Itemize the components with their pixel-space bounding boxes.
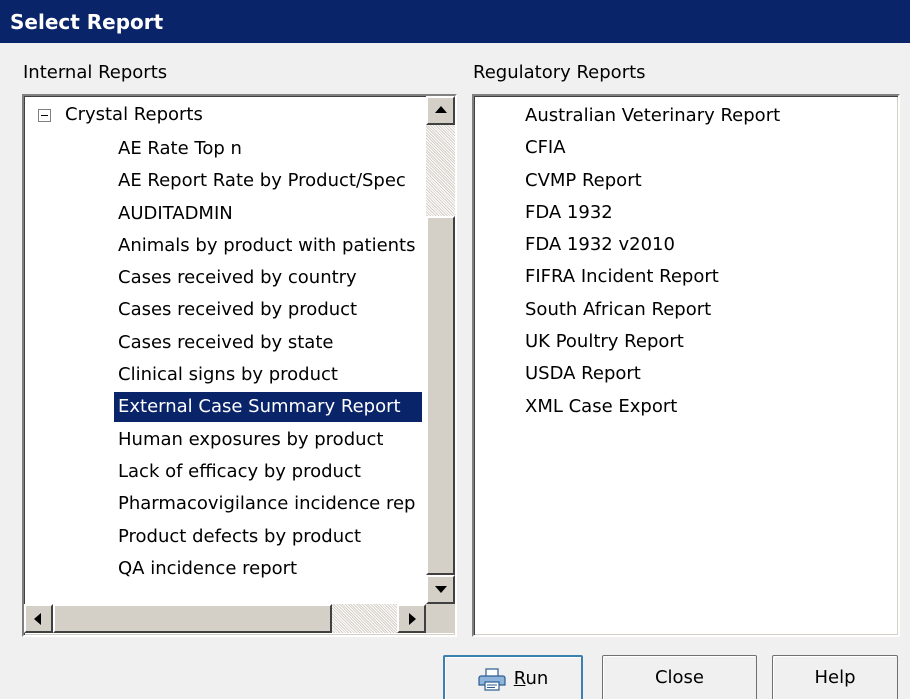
list-item[interactable]: USDA Report <box>474 359 898 391</box>
title-bar: Select Report <box>0 0 910 43</box>
tree-item[interactable]: Lack of efficacy by product <box>24 457 426 489</box>
tree-item[interactable]: Human exposures by product <box>24 425 426 457</box>
scroll-left-button[interactable] <box>24 604 53 633</box>
tree-item-label: AE Rate Top n <box>118 138 242 159</box>
list-item[interactable]: FDA 1932 <box>474 198 898 230</box>
tree-item-label: Human exposures by product <box>118 428 384 450</box>
tree-item-label: Product defects by product <box>118 525 362 547</box>
tree-item[interactable]: External Case Summary Report <box>24 392 426 424</box>
window-title: Select Report <box>10 10 164 34</box>
tree-viewport: Crystal Reports AE Rate Top n AE Report R… <box>24 96 426 604</box>
help-button[interactable]: Help <box>772 655 898 699</box>
tree-item-label: Cases received by state <box>118 331 334 353</box>
list-item[interactable]: UK Poultry Report <box>474 327 898 359</box>
vertical-scrollbar[interactable] <box>426 96 455 604</box>
tree-item-label: Lack of efficacy by product <box>118 460 361 482</box>
collapse-minus-icon[interactable] <box>38 109 51 122</box>
internal-reports-tree[interactable]: Crystal Reports AE Rate Top n AE Report R… <box>22 94 457 637</box>
select-report-dialog: Select Report Internal Reports Regulator… <box>0 0 910 699</box>
tree-item[interactable]: Cases received by product <box>24 295 426 327</box>
tree-item-label: AUDITADMIN <box>118 202 233 224</box>
close-button-label: Close <box>654 667 705 688</box>
tree-item[interactable]: Product defects by product <box>24 522 426 554</box>
list-item[interactable]: Australian Veterinary Report <box>474 101 898 133</box>
tree-item-label: AE Report Rate by Product/Spec <box>118 170 406 192</box>
printer-icon <box>478 668 506 691</box>
vertical-scroll-thumb[interactable] <box>426 216 455 575</box>
tree-item-label: QA incidence report <box>118 557 298 579</box>
help-button-label: Help <box>814 667 856 688</box>
regulatory-report-list: Australian Veterinary Report CFIA CVMP Rep… <box>474 101 898 424</box>
arrow-up-icon <box>435 106 447 113</box>
list-item[interactable]: CVMP Report <box>474 166 898 198</box>
list-item[interactable]: South African Report <box>474 295 898 327</box>
tree-item[interactable]: Clinical signs by product <box>24 360 426 392</box>
tree-item[interactable]: QA incidence report <box>24 554 426 586</box>
tree-item-label: Animals by product with patients <box>118 234 416 256</box>
tree-item-label: Cases received by product <box>118 299 358 321</box>
internal-reports-label: Internal Reports <box>23 62 168 83</box>
tree-item-label: Pharmacovigilance incidence rep <box>118 493 416 515</box>
arrow-left-icon <box>34 613 41 625</box>
tree-item[interactable]: Cases received by country <box>24 263 426 295</box>
horizontal-scrollbar[interactable] <box>24 604 426 633</box>
list-item[interactable]: FIFRA Incident Report <box>474 262 898 294</box>
arrow-down-icon <box>435 586 447 593</box>
tree-item[interactable]: AUDITADMIN <box>24 199 426 231</box>
regulatory-reports-label: Regulatory Reports <box>473 62 646 83</box>
tree-node-label: Crystal Reports <box>65 104 203 125</box>
tree-item[interactable]: Cases received by state <box>24 328 426 360</box>
run-button[interactable]: Run <box>443 655 583 699</box>
tree-item[interactable]: AE Rate Top n <box>24 134 426 166</box>
scroll-down-button[interactable] <box>426 575 455 604</box>
tree-item-label: Clinical signs by product <box>118 364 338 386</box>
tree-item[interactable]: Pharmacovigilance incidence rep <box>24 489 426 521</box>
scroll-up-button[interactable] <box>426 96 455 125</box>
close-button[interactable]: Close <box>602 655 757 699</box>
tree-item[interactable]: Animals by product with patients <box>24 231 426 263</box>
tree-item-label: Cases received by country <box>118 267 357 289</box>
run-button-label: Run <box>513 668 549 689</box>
horizontal-scroll-thumb[interactable] <box>53 604 332 633</box>
arrow-right-icon <box>409 613 416 625</box>
regulatory-reports-list[interactable]: Australian Veterinary Report CFIA CVMP Rep… <box>472 94 900 637</box>
list-item[interactable]: FDA 1932 v2010 <box>474 230 898 262</box>
tree-item-label: External Case Summary Report <box>114 392 422 423</box>
list-item[interactable]: XML Case Export <box>474 392 898 424</box>
scroll-right-button[interactable] <box>397 604 426 633</box>
tree-item[interactable]: AE Report Rate by Product/Spec <box>24 166 426 198</box>
list-item[interactable]: CFIA <box>474 133 898 165</box>
internal-report-list: AE Rate Top n AE Report Rate by Product/S… <box>24 134 426 586</box>
scrollbar-corner <box>426 604 455 633</box>
